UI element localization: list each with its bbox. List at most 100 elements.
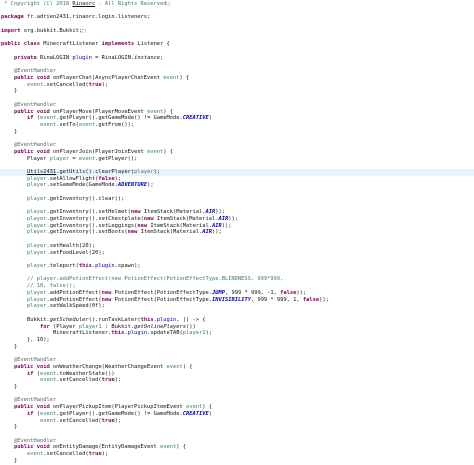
code-line[interactable]: player.getInventory().setLeggings(new It… [0, 223, 474, 230]
code-line[interactable]: * Copyright (C) 2018 Rinaorc - All Right… [0, 1, 474, 8]
code-line[interactable] [0, 391, 474, 398]
code-line[interactable]: if (event.getPlayer().getGameMode() != G… [0, 115, 474, 122]
code-line[interactable]: private RinaLOGIN plugin = RinaLOGIN.ins… [0, 55, 474, 62]
code-token: getOnlinePlayers [134, 323, 187, 330]
code-token: event [39, 121, 57, 128]
code-token: ().runTaskLater( [88, 316, 141, 323]
code-line[interactable] [0, 95, 474, 102]
code-line[interactable] [0, 270, 474, 277]
code-token: player [26, 289, 47, 296]
code-token: new [130, 209, 141, 216]
code-token: import [1, 27, 21, 34]
code-line[interactable]: public void onPlayerJoin(PlayerJoinEvent… [0, 149, 474, 156]
code-token: onPlayerPickupItem(PlayerPickupItemEvent [49, 404, 186, 411]
code-line[interactable]: if (event.getPlayer().getGameMode() != G… [0, 411, 474, 418]
code-token: .getInventory().setLeggings( [46, 222, 138, 229]
code-line[interactable]: player.setGameMode(GameMode.ADVENTURE); [0, 182, 474, 189]
code-token: .spawn); [114, 263, 141, 270]
code-line[interactable] [0, 256, 474, 263]
code-line[interactable]: event.setCancelled(true); [0, 82, 474, 89]
code-line[interactable] [0, 61, 474, 68]
code-line[interactable]: MinecraftListener.this.plugin.updateTAB(… [0, 330, 474, 337]
code-token: player [26, 182, 47, 189]
code-line[interactable] [0, 8, 474, 15]
code-token: fr.adrien2431.rinaorc.login.listeners; [23, 14, 151, 21]
code-line[interactable]: public void onPlayerChat(AsyncPlayerChat… [0, 75, 474, 82]
code-line[interactable]: @EventHandler [0, 102, 474, 109]
code-line[interactable]: Bukkit.getScheduler().runTaskLater(this.… [0, 317, 474, 324]
code-line[interactable]: Player player = event.getPlayer(); [0, 156, 474, 163]
code-line[interactable] [0, 48, 474, 55]
code-line[interactable]: import org.bukkit.Bukkit;□ [0, 28, 474, 35]
code-token: AIR [218, 216, 229, 222]
code-line[interactable]: for (Player player1 : Bukkit.getOnlinePl… [0, 324, 474, 331]
code-line[interactable]: public class MinecraftListener implement… [0, 41, 474, 48]
code-line[interactable] [0, 431, 474, 438]
code-token: onPlayerJoin(PlayerJoinEvent [49, 148, 148, 155]
fold-marker-icon[interactable]: □ [167, 1, 170, 7]
code-line[interactable] [0, 21, 474, 28]
code-line[interactable]: // player.addPotionEffect(new PotionEffe… [0, 276, 474, 283]
code-line[interactable] [0, 35, 474, 42]
code-token: event [78, 121, 96, 128]
code-line[interactable] [0, 236, 474, 243]
code-line[interactable]: @EventHandler [0, 438, 474, 445]
code-line[interactable]: player.getInventory().setBoots(new ItemS… [0, 229, 474, 236]
code-line[interactable] [0, 310, 474, 317]
code-token: event [39, 370, 57, 377]
code-line[interactable] [0, 189, 474, 196]
code-line[interactable]: @EventHandler [0, 357, 474, 364]
code-line[interactable]: } [0, 129, 474, 136]
code-line[interactable]: player.getInventory().setHelmet(new Item… [0, 209, 474, 216]
code-line[interactable]: public void onPlayerPickupItem(PlayerPic… [0, 404, 474, 411]
code-token: .getPlayer().getGameMode() != GameMode. [56, 115, 183, 122]
code-token: event [186, 404, 203, 411]
code-line[interactable]: @EventHandler [0, 397, 474, 404]
code-line[interactable]: if (event.toWeatherState()) [0, 371, 474, 378]
code-line[interactable]: } [0, 344, 474, 351]
code-line[interactable]: package fr.adrien2431.rinaorc.login.list… [0, 14, 474, 21]
code-line[interactable]: event.setCancelled(true); [0, 418, 474, 425]
code-line[interactable]: public void onPlayerMove(PlayerMoveEvent… [0, 109, 474, 116]
code-line[interactable]: player.setWalkSpeed(0f); [0, 303, 474, 310]
code-line[interactable]: player.addPotionEffect(new PotionEffect(… [0, 290, 474, 297]
code-editor[interactable]: * Copyright (C) 2018 Rinaorc - All Right… [0, 0, 474, 464]
code-line[interactable]: }, 10); [0, 337, 474, 344]
code-line[interactable]: player.setHealth(20); [0, 243, 474, 250]
code-line[interactable]: Utils2431.getUtils().clearPlayer(player)… [0, 168, 474, 176]
code-token: @EventHandler [13, 101, 57, 108]
code-line[interactable]: } [0, 88, 474, 95]
code-token: player1 [78, 323, 102, 330]
code-line[interactable]: player.addPotionEffect(new PotionEffect(… [0, 297, 474, 304]
code-token: player1 [182, 330, 206, 337]
code-line[interactable]: } [0, 384, 474, 391]
code-line[interactable] [0, 135, 474, 142]
code-line[interactable]: public void onWeatherChange(WeatherChang… [0, 364, 474, 371]
code-line[interactable]: player.setFoodLevel(20); [0, 250, 474, 257]
code-line[interactable]: event.setCancelled(true); [0, 377, 474, 384]
code-line[interactable]: @EventHandler [0, 142, 474, 149]
code-line[interactable]: } [0, 424, 474, 431]
code-token: AIR [205, 209, 216, 216]
code-line[interactable]: } [0, 458, 474, 465]
code-token: .setWalkSpeed(0f); [46, 303, 105, 310]
code-line[interactable]: // 10, false)); [0, 283, 474, 290]
code-line[interactable]: event.setTo(event.getFrom()); [0, 122, 474, 129]
code-token: .setAllowFlight( [46, 175, 99, 182]
code-token: event [147, 148, 164, 155]
code-line[interactable]: player.getInventory().setChestplate(new … [0, 216, 474, 223]
fold-marker-icon[interactable]: □ [82, 28, 85, 34]
code-line[interactable] [0, 350, 474, 357]
code-line[interactable]: player.setAllowFlight(false); [0, 176, 474, 183]
code-line[interactable] [0, 203, 474, 210]
code-line[interactable]: player.getInventory().clear(); [0, 196, 474, 203]
code-line[interactable]: public void onEntityDamage(EntityDamageE… [0, 444, 474, 451]
code-line[interactable]: player.teleport(this.plugin.spawn); [0, 263, 474, 270]
code-line[interactable] [0, 162, 474, 169]
code-line[interactable]: @EventHandler [0, 68, 474, 75]
